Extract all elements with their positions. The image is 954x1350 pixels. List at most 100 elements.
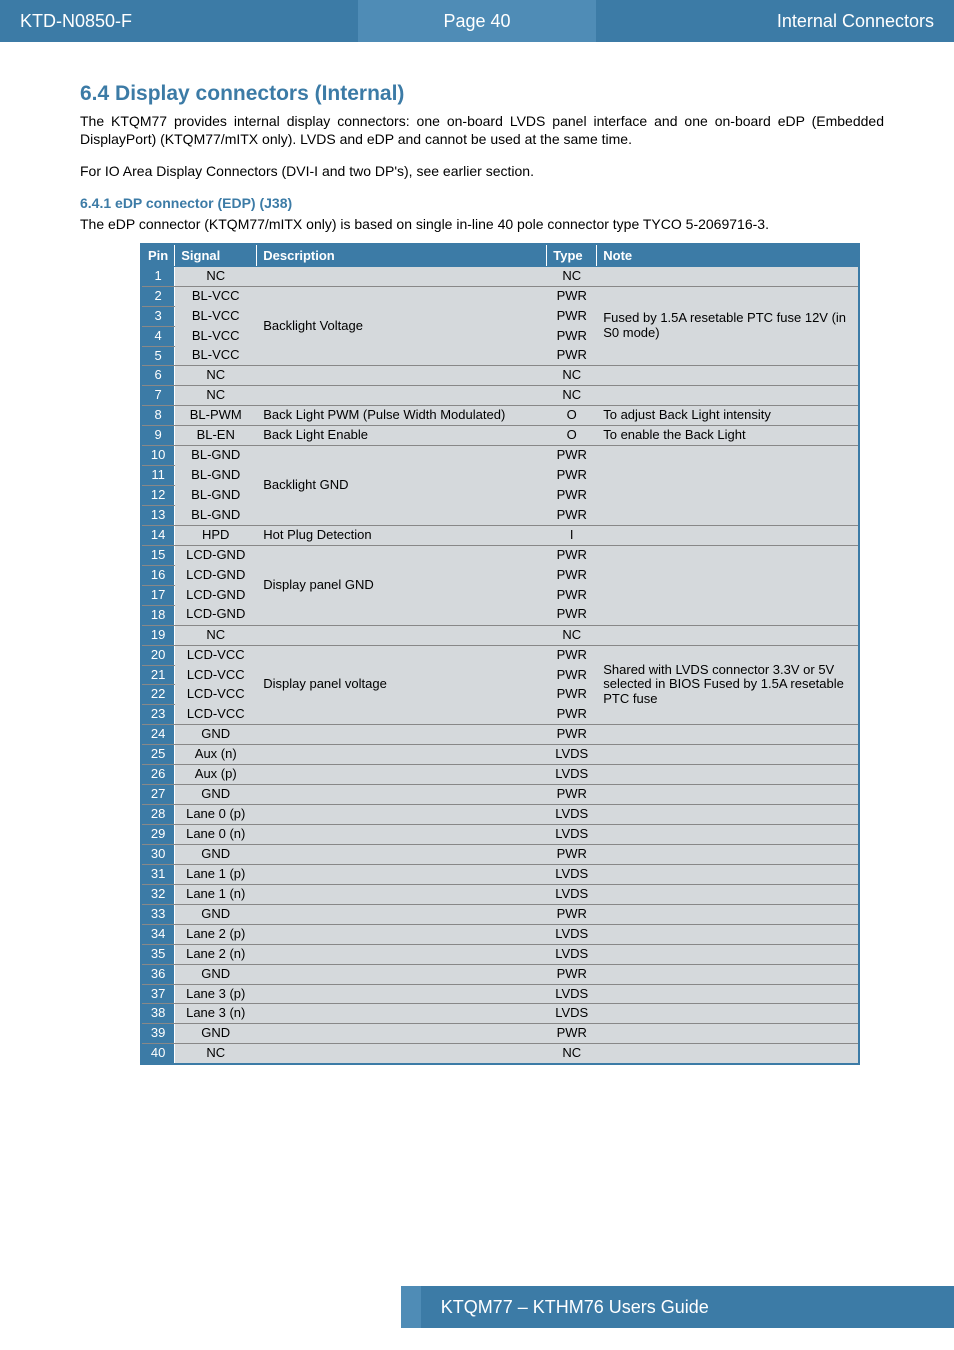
cell-description: Hot Plug Detection bbox=[257, 525, 547, 545]
table-row: 1NCNC bbox=[141, 266, 859, 286]
cell-signal: Lane 3 (p) bbox=[175, 984, 257, 1004]
cell-signal: GND bbox=[175, 725, 257, 745]
cell-description: Back Light Enable bbox=[257, 426, 547, 446]
cell-signal: Aux (p) bbox=[175, 765, 257, 785]
cell-description bbox=[257, 765, 547, 785]
cell-pin: 39 bbox=[141, 1024, 175, 1044]
cell-pin: 12 bbox=[141, 486, 175, 506]
table-row: 30GNDPWR bbox=[141, 844, 859, 864]
cell-note bbox=[597, 984, 859, 1004]
cell-pin: 13 bbox=[141, 506, 175, 526]
table-row: 28Lane 0 (p)LVDS bbox=[141, 805, 859, 825]
cell-note bbox=[597, 366, 859, 386]
table-row: 29Lane 0 (n)LVDS bbox=[141, 825, 859, 845]
cell-pin: 23 bbox=[141, 705, 175, 725]
cell-type: NC bbox=[547, 625, 597, 645]
cell-pin: 19 bbox=[141, 625, 175, 645]
cell-signal: BL-EN bbox=[175, 426, 257, 446]
cell-signal: LCD-GND bbox=[175, 605, 257, 625]
cell-type: PWR bbox=[547, 964, 597, 984]
table-row: 33GNDPWR bbox=[141, 904, 859, 924]
cell-type: LVDS bbox=[547, 864, 597, 884]
cell-description bbox=[257, 844, 547, 864]
cell-type: PWR bbox=[547, 785, 597, 805]
cell-description bbox=[257, 904, 547, 924]
cell-note bbox=[597, 266, 859, 286]
section-intro-2: For IO Area Display Connectors (DVI-I an… bbox=[80, 162, 884, 180]
cell-type: PWR bbox=[547, 685, 597, 705]
cell-description bbox=[257, 825, 547, 845]
cell-pin: 38 bbox=[141, 1004, 175, 1024]
cell-pin: 10 bbox=[141, 446, 175, 466]
cell-pin: 31 bbox=[141, 864, 175, 884]
cell-description bbox=[257, 785, 547, 805]
cell-signal: Lane 3 (n) bbox=[175, 1004, 257, 1024]
cell-signal: GND bbox=[175, 964, 257, 984]
cell-description bbox=[257, 964, 547, 984]
cell-note bbox=[597, 1024, 859, 1044]
cell-note bbox=[597, 765, 859, 785]
cell-type: LVDS bbox=[547, 745, 597, 765]
cell-note bbox=[597, 844, 859, 864]
cell-pin: 27 bbox=[141, 785, 175, 805]
cell-signal: GND bbox=[175, 785, 257, 805]
table-row: 38Lane 3 (n) LVDS bbox=[141, 1004, 859, 1024]
cell-pin: 29 bbox=[141, 825, 175, 845]
cell-signal: BL-VCC bbox=[175, 286, 257, 306]
cell-pin: 15 bbox=[141, 545, 175, 565]
cell-signal: LCD-VCC bbox=[175, 645, 257, 665]
cell-pin: 40 bbox=[141, 1044, 175, 1064]
cell-note: To enable the Back Light bbox=[597, 426, 859, 446]
cell-description: Back Light PWM (Pulse Width Modulated) bbox=[257, 406, 547, 426]
header-section-name: Internal Connectors bbox=[596, 0, 954, 42]
cell-pin: 16 bbox=[141, 565, 175, 585]
cell-note bbox=[597, 805, 859, 825]
footer-title: KTQM77 – KTHM76 Users Guide bbox=[421, 1286, 954, 1328]
cell-pin: 37 bbox=[141, 984, 175, 1004]
cell-description bbox=[257, 1004, 547, 1024]
cell-type: LVDS bbox=[547, 825, 597, 845]
subsection-title: 6.4.1 eDP connector (EDP) (J38) bbox=[80, 195, 884, 211]
cell-type: PWR bbox=[547, 326, 597, 346]
cell-type: PWR bbox=[547, 705, 597, 725]
cell-note bbox=[597, 525, 859, 545]
cell-type: LVDS bbox=[547, 1004, 597, 1024]
cell-signal: GND bbox=[175, 1024, 257, 1044]
cell-description bbox=[257, 266, 547, 286]
cell-note bbox=[597, 745, 859, 765]
cell-note bbox=[597, 446, 859, 526]
cell-type: LVDS bbox=[547, 765, 597, 785]
cell-signal: LCD-VCC bbox=[175, 665, 257, 685]
cell-signal: GND bbox=[175, 904, 257, 924]
cell-signal: NC bbox=[175, 625, 257, 645]
cell-signal: LCD-GND bbox=[175, 545, 257, 565]
cell-note bbox=[597, 386, 859, 406]
cell-description bbox=[257, 386, 547, 406]
cell-note bbox=[597, 904, 859, 924]
cell-signal: BL-GND bbox=[175, 446, 257, 466]
cell-signal: BL-GND bbox=[175, 466, 257, 486]
cell-pin: 30 bbox=[141, 844, 175, 864]
cell-signal: BL-VCC bbox=[175, 346, 257, 366]
th-description: Description bbox=[257, 244, 547, 267]
cell-type: PWR bbox=[547, 1024, 597, 1044]
table-row: 37Lane 3 (p)LVDS bbox=[141, 984, 859, 1004]
table-row: 2BL-VCCBacklight VoltagePWRFused by 1.5A… bbox=[141, 286, 859, 306]
header-bar: KTD-N0850-F Page 40 Internal Connectors bbox=[0, 0, 954, 42]
section-intro-1: The KTQM77 provides internal display con… bbox=[80, 112, 884, 148]
cell-pin: 18 bbox=[141, 605, 175, 625]
cell-pin: 32 bbox=[141, 884, 175, 904]
table-row: 10BL-GNDBacklight GNDPWR bbox=[141, 446, 859, 466]
footer-accent bbox=[401, 1286, 421, 1328]
cell-type: PWR bbox=[547, 446, 597, 466]
pin-table: Pin Signal Description Type Note 1NCNC2B… bbox=[140, 243, 860, 1066]
cell-type: PWR bbox=[547, 486, 597, 506]
cell-type: NC bbox=[547, 1044, 597, 1064]
cell-description bbox=[257, 725, 547, 745]
cell-signal: BL-GND bbox=[175, 506, 257, 526]
cell-type: PWR bbox=[547, 545, 597, 565]
cell-signal: BL-GND bbox=[175, 486, 257, 506]
cell-note bbox=[597, 785, 859, 805]
cell-pin: 20 bbox=[141, 645, 175, 665]
cell-signal: NC bbox=[175, 1044, 257, 1064]
